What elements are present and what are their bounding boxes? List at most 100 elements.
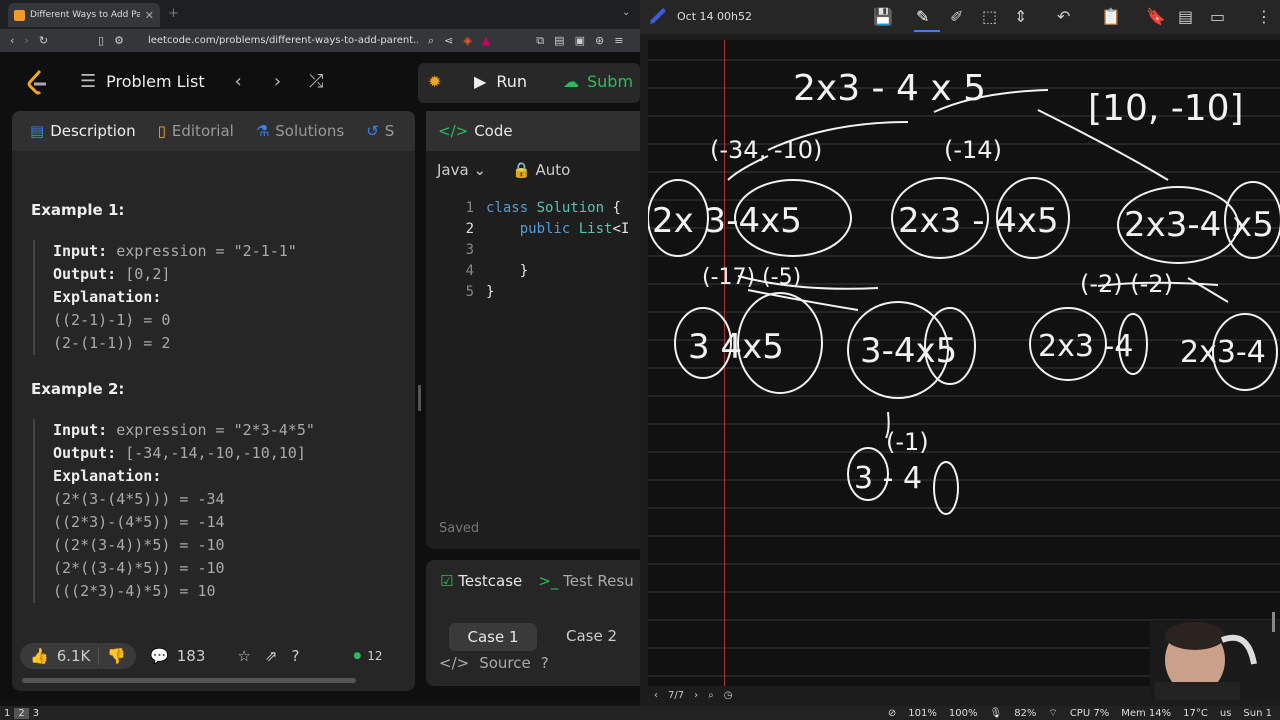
auto-toggle[interactable]: 🔒 Auto <box>512 161 570 179</box>
language-select[interactable]: Java ⌄ <box>437 161 486 179</box>
code-line[interactable]: 5} <box>450 284 640 300</box>
bookmark-icon[interactable]: ▯ <box>98 34 104 47</box>
temperature: 17°C <box>1183 707 1208 719</box>
clock-icon[interactable]: ◷ <box>724 690 733 701</box>
run-button[interactable]: ▶ Run <box>474 72 527 91</box>
brave-rewards-icon[interactable]: ▲ <box>482 34 490 47</box>
star-icon[interactable]: ☆ <box>237 647 250 665</box>
date-time[interactable]: Sun 1 <box>1243 708 1272 719</box>
workspace-3[interactable]: 3 <box>29 708 43 719</box>
next-problem-icon[interactable]: › <box>274 71 281 92</box>
tab-submissions[interactable]: ↺ S <box>366 122 394 140</box>
problem-list-nav: ☰ Problem List ‹ › ⤮ <box>80 71 323 92</box>
handwritten-sub-a: 3 4x5 <box>688 327 784 367</box>
layout-icon[interactable]: ▭ <box>1210 7 1225 26</box>
battery-level[interactable]: 82% <box>1014 708 1036 719</box>
notifications-off-icon[interactable]: ⊘ <box>888 708 896 719</box>
save-icon[interactable]: 💾 <box>873 7 893 26</box>
leetcode-logo-icon[interactable] <box>26 69 50 97</box>
tab-menu-icon[interactable]: ⌄ <box>622 7 630 18</box>
share-icon[interactable]: ⇗ <box>265 647 278 665</box>
online-count: 12 <box>367 649 383 663</box>
handwritten-left-subresults: (-17) (-5) <box>702 265 801 290</box>
site-info-icon[interactable]: ⚙ <box>114 34 124 47</box>
code-line[interactable]: 1 class Solution { <box>450 200 640 216</box>
tab-code[interactable]: Code <box>474 122 512 140</box>
brave-shield-icon[interactable]: ◈ <box>463 34 471 47</box>
vpn-icon[interactable]: ⊛ <box>595 34 604 47</box>
description-footer: 👍 6.1K 👎 💬 183 ☆ ⇗ ? ● 12 <box>12 636 415 676</box>
sidebar-icon[interactable]: ▤ <box>554 34 564 47</box>
debug-icon[interactable]: ✹ <box>428 72 441 91</box>
url-field[interactable]: leetcode.com/problems/different-ways-to-… <box>148 35 418 46</box>
like-count: 6.1K <box>56 647 91 665</box>
code-line[interactable]: 3 <box>450 242 640 258</box>
tab-test-result[interactable]: >_ Test Resu <box>538 572 633 590</box>
tab-editorial[interactable]: ▯ Editorial <box>158 122 234 140</box>
online-dot-icon: ● <box>353 651 362 661</box>
browser-menu-icon[interactable]: ≡ <box>614 34 623 47</box>
microphone-icon[interactable]: 🎙 <box>989 708 1002 719</box>
vote-group: 👍 6.1K 👎 <box>20 643 137 669</box>
undo-icon[interactable]: ↶ <box>1057 7 1070 26</box>
submit-button[interactable]: ☁ Subm <box>563 72 633 91</box>
select-icon[interactable]: ⬚ <box>982 7 997 26</box>
help-icon[interactable]: ? <box>291 647 299 665</box>
menu-icon[interactable]: ⋮ <box>1256 7 1272 26</box>
handwritten-left-result: (-34, -10) <box>710 136 822 164</box>
keyboard-layout[interactable]: us <box>1220 708 1232 719</box>
tab-description[interactable]: ▤ Description <box>30 122 136 140</box>
browser-tab[interactable]: Different Ways to Add Paren ✕ <box>8 3 160 27</box>
comment-icon[interactable]: 💬 <box>150 647 169 665</box>
close-tab-icon[interactable]: ✕ <box>145 9 154 22</box>
forward-icon[interactable]: › <box>24 34 28 47</box>
back-icon[interactable]: ‹ <box>10 34 14 47</box>
case-2-button[interactable]: Case 2 <box>566 627 617 645</box>
source-toggle[interactable]: </> Source ? <box>439 654 549 672</box>
horizontal-scrollbar[interactable] <box>22 678 356 683</box>
presenter-silhouette <box>1155 622 1257 700</box>
clipboard-icon[interactable]: 📋 <box>1101 7 1121 26</box>
pen-tool-icon[interactable]: ✎ <box>916 7 929 26</box>
tab-testcase[interactable]: ☑ Testcase <box>440 572 522 590</box>
help-icon[interactable]: ? <box>541 654 549 672</box>
prev-page-icon[interactable]: ‹ <box>654 690 658 701</box>
volume-level[interactable]: 101% <box>908 708 937 719</box>
workspace-2[interactable]: 2 <box>14 707 29 719</box>
panel-resize-handle[interactable] <box>418 385 421 411</box>
bookmark-icon[interactable]: 🔖 <box>1146 7 1166 26</box>
canvas-scrollbar[interactable] <box>1272 612 1275 632</box>
case-1-button[interactable]: Case 1 <box>449 623 537 651</box>
next-page-icon[interactable]: › <box>694 690 698 701</box>
handwriting-layer: 2x3 - 4 x 5 [10, -10] (-34, -10) (-14) 2… <box>648 68 1280 515</box>
book-icon: ▯ <box>157 122 166 140</box>
wifi-icon[interactable]: ⌔ <box>1048 707 1057 720</box>
handwritten-sub-b: 3-4x5 <box>860 331 957 371</box>
share-icon[interactable]: ⋖ <box>444 34 453 47</box>
example-1-box: Input: expression = "2-1-1" Output: [0,2… <box>33 240 403 355</box>
handwritten-sub-d: 2x3-4 <box>1180 335 1266 370</box>
highlighter-icon[interactable]: ✐ <box>950 7 963 26</box>
page-settings-icon[interactable]: ▤ <box>1178 7 1193 26</box>
code-line[interactable]: 2 public List<I <box>450 221 640 237</box>
tab-solutions[interactable]: ⚗ Solutions <box>256 122 344 140</box>
history-icon: ↺ <box>366 122 379 140</box>
problem-list-button[interactable]: Problem List <box>106 72 204 91</box>
handwritten-mid-split: 2x3 - 4x5 <box>898 201 1059 241</box>
new-tab-icon[interactable]: + <box>168 6 179 21</box>
prev-problem-icon[interactable]: ‹ <box>235 71 242 92</box>
code-line[interactable]: 4 } <box>450 263 640 279</box>
extensions-icon[interactable]: ⧉ <box>536 34 544 48</box>
zoom-search-icon[interactable]: ⌕ <box>708 690 714 701</box>
wallet-icon[interactable]: ▣ <box>575 34 585 47</box>
workspace-1[interactable]: 1 <box>0 708 14 719</box>
play-icon: ▶ <box>474 72 487 91</box>
dislike-icon[interactable]: 👎 <box>98 647 126 665</box>
like-icon[interactable]: 👍 <box>30 647 49 665</box>
shuffle-icon[interactable]: ⤮ <box>309 71 323 92</box>
reload-icon[interactable]: ↻ <box>39 34 48 47</box>
search-icon[interactable]: ⌕ <box>428 34 434 48</box>
brightness-level[interactable]: 100% <box>949 708 978 719</box>
list-icon: ☰ <box>80 71 97 92</box>
insert-space-icon[interactable]: ⇕ <box>1014 7 1027 26</box>
